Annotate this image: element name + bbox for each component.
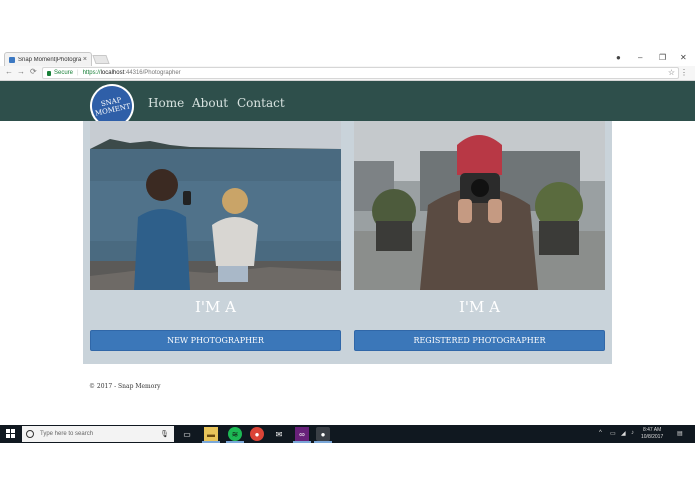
tray-chevron-icon[interactable]: ^: [599, 430, 602, 436]
reload-icon[interactable]: ⟳: [30, 67, 37, 76]
registered-photographer-photo: [354, 121, 605, 290]
task-view-icon[interactable]: ▭: [180, 427, 194, 441]
new-tab-button[interactable]: [92, 55, 110, 64]
browser-menu-icon[interactable]: ⋮: [680, 68, 688, 77]
favicon-icon: [9, 56, 15, 63]
action-center-icon[interactable]: ▤: [677, 430, 683, 437]
new-photographer-photo: [90, 121, 341, 290]
file-explorer-icon[interactable]: ▬: [204, 427, 218, 441]
back-icon[interactable]: ←: [5, 67, 13, 76]
nav-home[interactable]: Home: [148, 96, 184, 110]
visual-studio-icon[interactable]: ∞: [295, 427, 309, 441]
windows-start-icon[interactable]: [6, 429, 16, 439]
taskbar-active-indicator: [226, 441, 244, 443]
lock-icon: [47, 70, 51, 76]
maximize-button[interactable]: ❐: [659, 53, 666, 62]
url-path: :44316/Photographer: [124, 70, 181, 76]
registered-photographer-heading: I'M A: [458, 298, 500, 316]
taskbar-active-indicator: [293, 441, 311, 443]
taskbar-clock[interactable]: 8:47 AM 10/8/2017: [641, 427, 663, 441]
taskbar-search-placeholder: Type here to search: [40, 431, 94, 437]
cortana-icon: [26, 430, 34, 438]
close-window-button[interactable]: ✕: [680, 53, 687, 62]
chrome-icon[interactable]: ●: [250, 427, 264, 441]
microphone-icon[interactable]: 🎙: [160, 430, 169, 438]
secure-label: Secure: [54, 70, 74, 76]
site-footer: © 2017 - Snap Memory: [89, 383, 161, 390]
clock-time: 8:47 AM: [642, 427, 662, 433]
tab-close-icon[interactable]: ×: [83, 56, 87, 63]
tray-volume-icon[interactable]: ♪: [631, 430, 634, 436]
nav-about[interactable]: About: [192, 96, 228, 110]
taskbar-search[interactable]: Type here to search 🎙: [22, 426, 174, 442]
taskbar-active-indicator: [314, 441, 332, 443]
omnibox-separator: |: [77, 70, 79, 76]
url-host: localhost: [100, 70, 125, 76]
registered-photographer-button[interactable]: REGISTERED PHOTOGRAPHER: [354, 330, 605, 351]
profile-icon[interactable]: ●: [616, 53, 621, 62]
taskbar-active-indicator: [202, 441, 220, 443]
url-scheme: https://: [82, 70, 101, 76]
tray-battery-icon[interactable]: ▭: [610, 430, 616, 437]
bookmark-star-icon[interactable]: ☆: [668, 68, 675, 77]
forward-icon[interactable]: →: [17, 67, 25, 76]
nav-contact[interactable]: Contact: [237, 96, 285, 110]
new-photographer-heading: I'M A: [194, 298, 236, 316]
browser-tab[interactable]: Snap Moment|Photogra ×: [4, 52, 92, 66]
spotify-icon[interactable]: ≋: [228, 427, 242, 441]
clock-date: 10/8/2017: [641, 434, 664, 440]
tray-network-icon[interactable]: ◢: [621, 430, 626, 437]
new-photographer-button[interactable]: NEW PHOTOGRAPHER: [90, 330, 341, 351]
tab-title: Snap Moment|Photogra: [18, 56, 82, 63]
mail-icon[interactable]: ✉: [272, 427, 286, 441]
minimize-button[interactable]: –: [638, 53, 642, 62]
screen: Snap Moment|Photogra × ● – ❐ ✕ ← → ⟳ Sec…: [0, 0, 695, 494]
chrome-active-icon[interactable]: ●: [316, 427, 330, 441]
address-bar[interactable]: Secure | https:// localhost :44316/Photo…: [42, 67, 679, 79]
